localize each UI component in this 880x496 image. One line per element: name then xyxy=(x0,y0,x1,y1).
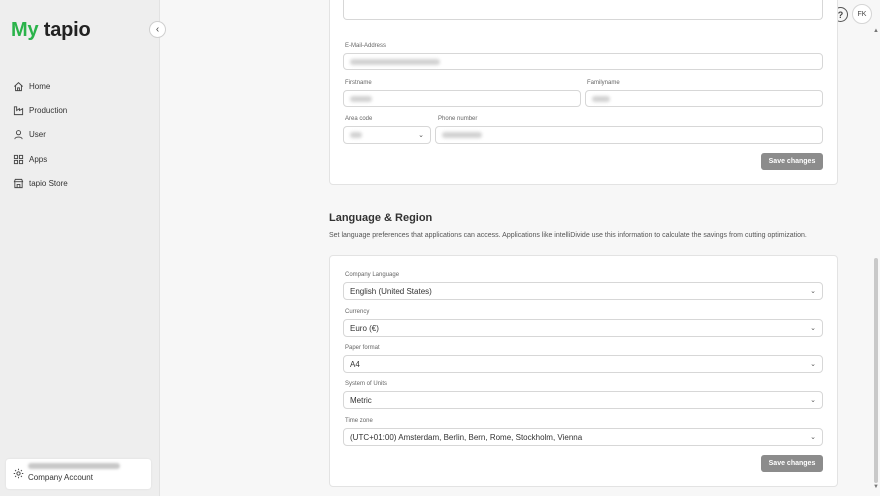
paper-format-label: Paper format xyxy=(345,345,380,351)
phone-field[interactable] xyxy=(435,126,823,144)
sidebar-item-apps[interactable]: Apps xyxy=(13,147,68,171)
email-field[interactable] xyxy=(343,53,823,70)
area-code-select[interactable]: ⌄ xyxy=(343,126,431,144)
company-account-button[interactable]: Company Account xyxy=(6,459,151,489)
paper-format-select[interactable]: A4 ⌄ xyxy=(343,355,823,373)
area-code-label: Area code xyxy=(345,116,373,122)
logo-tapio: tapio xyxy=(43,19,91,41)
section-description: Set language preferences that applicatio… xyxy=(329,232,807,239)
firstname-label: Firstname xyxy=(345,80,372,86)
units-select[interactable]: Metric ⌄ xyxy=(343,391,823,409)
timezone-label: Time zone xyxy=(345,418,373,424)
chevron-down-icon: ⌄ xyxy=(418,132,424,139)
factory-icon xyxy=(13,106,24,116)
home-icon xyxy=(14,81,23,91)
firstname-value-blurred xyxy=(350,96,372,102)
apps-icon xyxy=(13,154,24,164)
sidebar-item-label: Production xyxy=(29,105,68,115)
sidebar-item-production[interactable]: Production xyxy=(13,98,68,122)
email-label: E-Mail-Address xyxy=(345,43,387,49)
sidebar-item-home[interactable]: Home xyxy=(13,74,68,98)
scroll-up-icon[interactable]: ▲ xyxy=(873,28,879,34)
profile-card: E-Mail-Address Firstname Familyname Area… xyxy=(329,0,838,185)
chevron-down-icon: ⌄ xyxy=(810,397,816,404)
currency-label: Currency xyxy=(345,309,370,315)
firstname-field[interactable] xyxy=(343,90,581,107)
account-email-blurred xyxy=(28,463,120,469)
sidebar-item-label: tapio Store xyxy=(29,178,68,188)
currency-value: Euro (€) xyxy=(350,323,379,333)
sidebar-item-tapio-store[interactable]: tapio Store xyxy=(13,171,68,195)
timezone-select[interactable]: (UTC+01:00) Amsterdam, Berlin, Bern, Rom… xyxy=(343,428,823,446)
save-region-button[interactable]: Save changes xyxy=(761,455,823,472)
company-account-label: Company Account xyxy=(28,473,93,482)
chevron-down-icon: ⌄ xyxy=(810,288,816,295)
units-label: System of Units xyxy=(345,381,388,387)
chevron-left-icon: ‹ xyxy=(155,24,160,35)
app-logo[interactable]: My tapio xyxy=(11,19,91,42)
collapse-sidebar-button[interactable]: ‹ xyxy=(149,21,166,38)
phone-label: Phone number xyxy=(438,116,478,122)
store-icon xyxy=(13,178,24,188)
save-profile-button[interactable]: Save changes xyxy=(761,153,823,170)
help-icon: ? xyxy=(837,9,844,20)
email-value-blurred xyxy=(350,59,440,65)
paper-format-value: A4 xyxy=(350,359,360,369)
scrollbar[interactable]: ▲ ▼ xyxy=(872,28,880,496)
user-icon xyxy=(14,130,23,140)
timezone-value: (UTC+01:00) Amsterdam, Berlin, Bern, Rom… xyxy=(350,432,583,442)
chevron-down-icon: ⌄ xyxy=(810,361,816,368)
sidebar: My tapio Home Production User Apps tapio… xyxy=(0,0,160,496)
sidebar-item-label: User xyxy=(29,130,46,140)
scroll-thumb[interactable] xyxy=(874,258,878,483)
phone-value-blurred xyxy=(442,132,482,138)
logo-my: My xyxy=(11,19,39,41)
familyname-label: Familyname xyxy=(587,80,620,86)
chevron-down-icon: ⌄ xyxy=(810,434,816,441)
area-code-value-blurred xyxy=(350,132,362,138)
sidebar-item-user[interactable]: User xyxy=(13,123,68,147)
familyname-field[interactable] xyxy=(585,90,823,107)
sidebar-nav: Home Production User Apps tapio Store xyxy=(13,74,68,195)
company-language-value: English (United States) xyxy=(350,286,432,296)
sidebar-item-label: Apps xyxy=(29,154,48,164)
company-language-label: Company Language xyxy=(345,272,400,278)
units-value: Metric xyxy=(350,395,372,405)
scroll-down-icon[interactable]: ▼ xyxy=(873,484,879,490)
familyname-value-blurred xyxy=(592,96,610,102)
previous-field[interactable] xyxy=(343,0,823,20)
company-language-select[interactable]: English (United States) ⌄ xyxy=(343,282,823,300)
sidebar-item-label: Home xyxy=(29,81,51,91)
avatar[interactable]: FK xyxy=(852,4,872,24)
currency-select[interactable]: Euro (€) ⌄ xyxy=(343,319,823,337)
language-region-card: Company Language English (United States)… xyxy=(329,255,838,487)
chevron-down-icon: ⌄ xyxy=(810,325,816,332)
section-title: Language & Region xyxy=(329,212,433,224)
gear-icon xyxy=(13,468,24,479)
